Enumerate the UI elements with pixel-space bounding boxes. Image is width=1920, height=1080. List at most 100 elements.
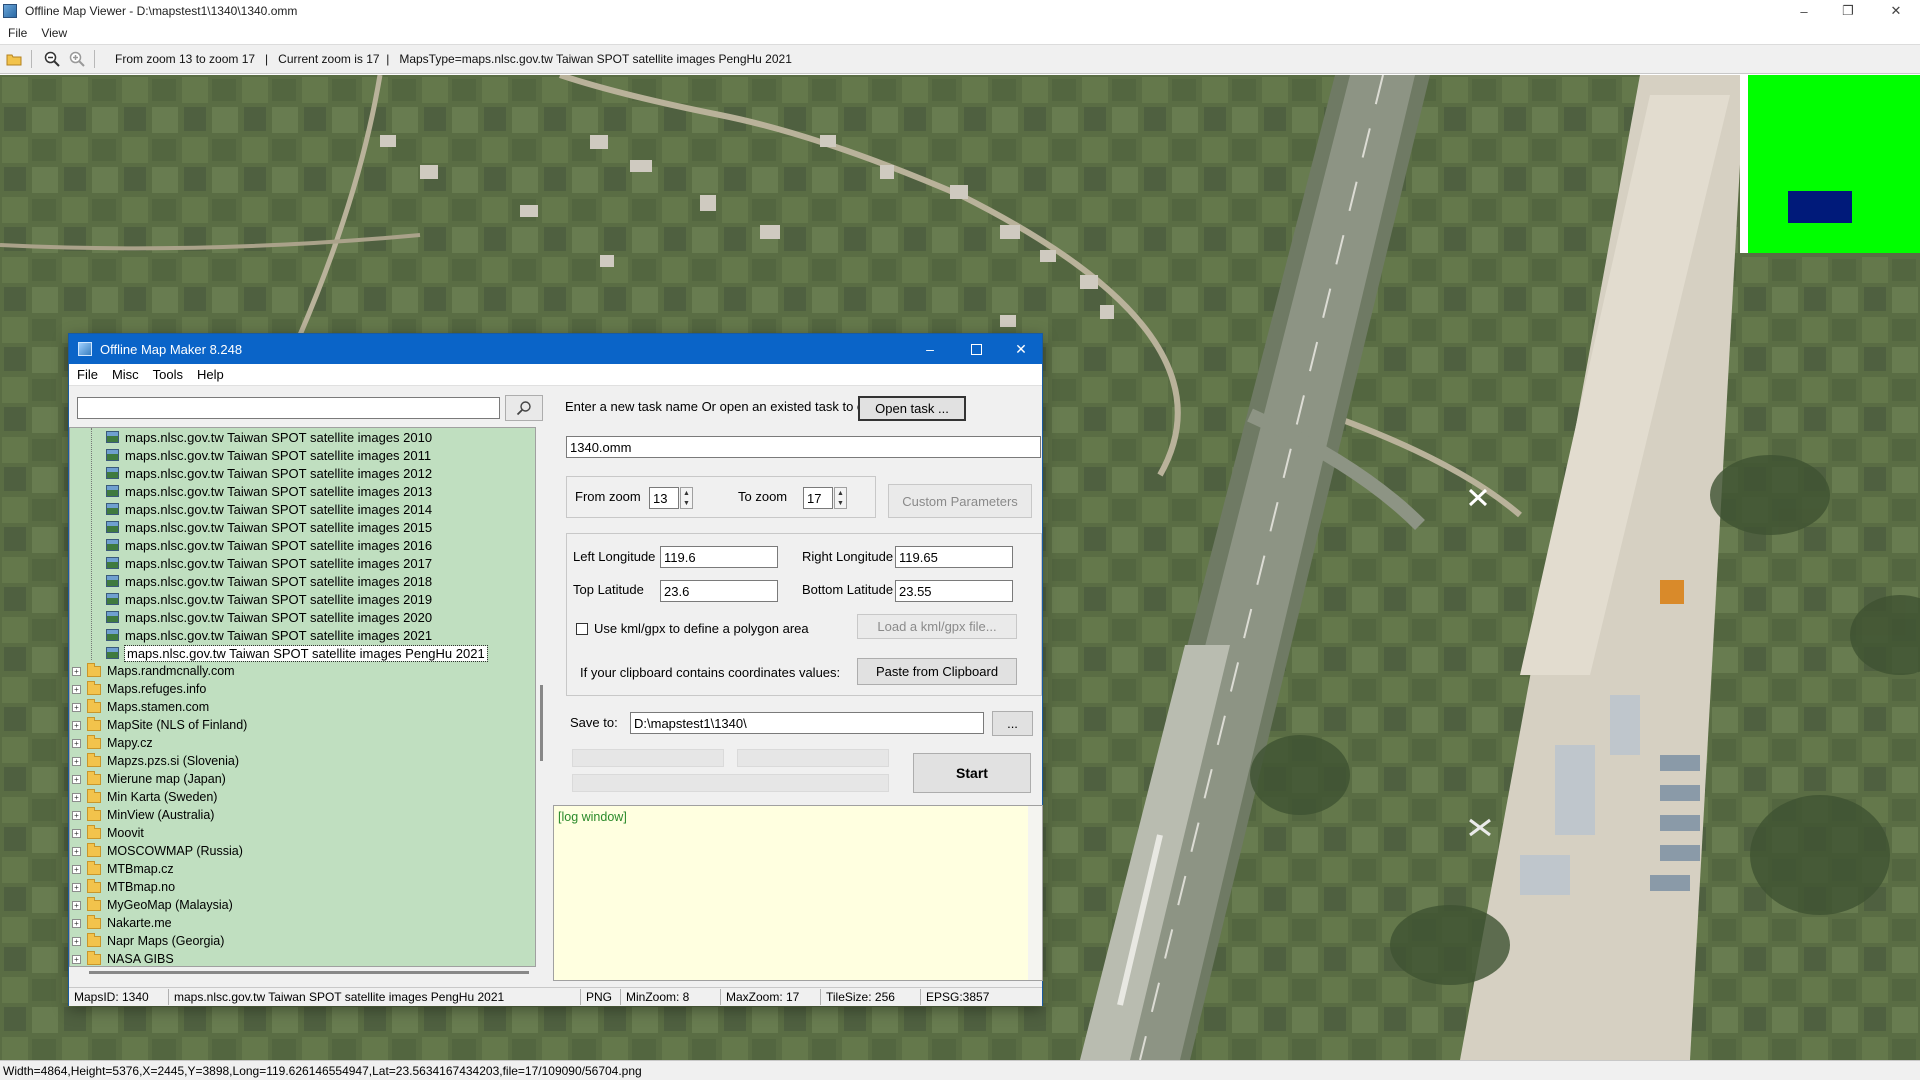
tree-map-item[interactable]: maps.nlsc.gov.tw Taiwan SPOT satellite i… [70, 446, 535, 464]
expand-icon[interactable]: + [72, 864, 81, 874]
tree-folder-item[interactable]: + Maps.randmcnally.com [70, 662, 535, 680]
tree-vertical-scrollbar[interactable] [537, 427, 546, 967]
zoom-in-icon[interactable] [66, 48, 88, 70]
dialog-menu-file[interactable]: File [77, 367, 98, 382]
expand-icon[interactable]: + [72, 756, 81, 766]
dialog-menu-tools[interactable]: Tools [153, 367, 183, 382]
paste-from-clipboard-button[interactable]: Paste from Clipboard [857, 658, 1017, 685]
down-arrow-icon[interactable]: ▼ [835, 498, 846, 508]
expand-icon[interactable]: + [72, 720, 81, 730]
left-longitude-input[interactable]: 119.6 [660, 546, 778, 568]
expand-icon[interactable]: + [72, 936, 81, 946]
expand-icon[interactable]: + [72, 918, 81, 928]
folder-icon [87, 662, 101, 677]
tree-map-item[interactable]: maps.nlsc.gov.tw Taiwan SPOT satellite i… [70, 518, 535, 536]
dialog-minimize-button[interactable]: – [907, 334, 953, 364]
expand-icon[interactable]: + [72, 702, 81, 712]
tree-folder-item[interactable]: + MyGeoMap (Malaysia) [70, 896, 535, 914]
tree-folder-item[interactable]: + MinView (Australia) [70, 806, 535, 824]
expand-icon[interactable]: + [72, 882, 81, 892]
tree-folder-item[interactable]: + Maps.refuges.info [70, 680, 535, 698]
open-folder-icon[interactable] [3, 48, 25, 70]
dialog-close-button[interactable]: ✕ [998, 334, 1044, 364]
tree-folder-item[interactable]: + MOSCOWMAP (Russia) [70, 842, 535, 860]
tree-folder-label: MapSite (NLS of Finland) [107, 718, 248, 732]
tree-map-item[interactable]: maps.nlsc.gov.tw Taiwan SPOT satellite i… [70, 608, 535, 626]
expand-icon[interactable]: + [72, 684, 81, 694]
tree-folder-item[interactable]: + Nakarte.me [70, 914, 535, 932]
open-task-button[interactable]: Open task ... [858, 396, 966, 421]
tree-folder-item[interactable]: + Napr Maps (Georgia) [70, 932, 535, 950]
use-kml-checkbox[interactable] [576, 623, 588, 635]
tree-map-item[interactable]: maps.nlsc.gov.tw Taiwan SPOT satellite i… [70, 626, 535, 644]
menu-file[interactable]: File [8, 26, 27, 40]
maximize-button[interactable]: ❐ [1826, 0, 1870, 22]
start-button[interactable]: Start [913, 753, 1031, 793]
top-latitude-input[interactable]: 23.6 [660, 580, 778, 602]
tree-folder-item[interactable]: + MapSite (NLS of Finland) [70, 716, 535, 734]
expand-icon[interactable]: + [72, 666, 81, 676]
dialog-maximize-button[interactable] [953, 334, 999, 364]
expand-icon[interactable]: + [72, 846, 81, 856]
up-arrow-icon[interactable]: ▲ [835, 488, 846, 498]
load-kml-button[interactable]: Load a kml/gpx file... [857, 614, 1017, 639]
close-button[interactable]: ✕ [1874, 0, 1918, 22]
folder-icon [87, 860, 101, 875]
tree-map-item[interactable]: maps.nlsc.gov.tw Taiwan SPOT satellite i… [70, 482, 535, 500]
tree-folder-item[interactable]: + Mierune map (Japan) [70, 770, 535, 788]
up-arrow-icon[interactable]: ▲ [681, 488, 692, 498]
minimap-area [1748, 75, 1920, 253]
from-zoom-stepper[interactable]: ▲ ▼ [680, 487, 693, 509]
custom-parameters-button[interactable]: Custom Parameters [888, 484, 1032, 518]
expand-icon[interactable]: + [72, 738, 81, 748]
expand-icon[interactable]: + [72, 828, 81, 838]
tree-map-item[interactable]: maps.nlsc.gov.tw Taiwan SPOT satellite i… [70, 428, 535, 446]
menu-view[interactable]: View [41, 26, 67, 40]
dialog-menu-help[interactable]: Help [197, 367, 224, 382]
tree-horizontal-scrollbar[interactable] [89, 971, 529, 974]
right-longitude-input[interactable]: 119.65 [895, 546, 1013, 568]
tree-map-item[interactable]: maps.nlsc.gov.tw Taiwan SPOT satellite i… [70, 554, 535, 572]
tree-folder-item[interactable]: + Maps.stamen.com [70, 698, 535, 716]
expand-icon[interactable]: + [72, 810, 81, 820]
scrollbar-thumb[interactable] [540, 685, 543, 761]
folder-icon [87, 752, 101, 767]
from-zoom-input[interactable]: 13 [649, 487, 679, 509]
bottom-latitude-input[interactable]: 23.55 [895, 580, 1013, 602]
to-zoom-input[interactable]: 17 [803, 487, 833, 509]
tree-map-item[interactable]: maps.nlsc.gov.tw Taiwan SPOT satellite i… [70, 500, 535, 518]
tree-folder-item[interactable]: + NASA GIBS [70, 950, 535, 966]
dialog-menu-misc[interactable]: Misc [112, 367, 139, 382]
overview-minimap[interactable] [1740, 75, 1920, 253]
browse-button[interactable]: ... [992, 711, 1033, 736]
tree-map-item[interactable]: maps.nlsc.gov.tw Taiwan SPOT satellite i… [70, 644, 535, 662]
tree-folder-item[interactable]: + Mapy.cz [70, 734, 535, 752]
down-arrow-icon[interactable]: ▼ [681, 498, 692, 508]
expand-icon[interactable]: + [72, 954, 81, 964]
tree-folder-item[interactable]: + MTBmap.cz [70, 860, 535, 878]
tree-folder-item[interactable]: + Min Karta (Sweden) [70, 788, 535, 806]
expand-icon[interactable]: + [72, 900, 81, 910]
search-button[interactable] [505, 395, 543, 421]
map-source-tree[interactable]: maps.nlsc.gov.tw Taiwan SPOT satellite i… [69, 427, 536, 967]
task-name-input[interactable]: 1340.omm [566, 436, 1041, 458]
to-zoom-stepper[interactable]: ▲ ▼ [834, 487, 847, 509]
zoom-out-icon[interactable] [41, 48, 63, 70]
tree-folder-item[interactable]: + MTBmap.no [70, 878, 535, 896]
tree-folder-item[interactable]: + Moovit [70, 824, 535, 842]
search-input[interactable] [77, 397, 500, 419]
tree-folder-item[interactable]: + Mapzs.pzs.si (Slovenia) [70, 752, 535, 770]
minimize-button[interactable]: – [1782, 0, 1826, 22]
tree-map-item[interactable]: maps.nlsc.gov.tw Taiwan SPOT satellite i… [70, 464, 535, 482]
expand-icon[interactable]: + [72, 792, 81, 802]
expand-icon[interactable]: + [72, 774, 81, 784]
tree-map-item[interactable]: maps.nlsc.gov.tw Taiwan SPOT satellite i… [70, 572, 535, 590]
tree-map-item[interactable]: maps.nlsc.gov.tw Taiwan SPOT satellite i… [70, 590, 535, 608]
map-layer-icon [106, 647, 119, 659]
minimap-viewport-indicator[interactable] [1788, 191, 1852, 223]
tree-map-item[interactable]: maps.nlsc.gov.tw Taiwan SPOT satellite i… [70, 536, 535, 554]
log-window[interactable]: [log window] [553, 805, 1043, 981]
map-source-pane: maps.nlsc.gov.tw Taiwan SPOT satellite i… [69, 387, 547, 987]
save-path-input[interactable]: D:\mapstest1\1340\ [630, 712, 984, 734]
log-scrollbar[interactable] [1028, 806, 1042, 980]
